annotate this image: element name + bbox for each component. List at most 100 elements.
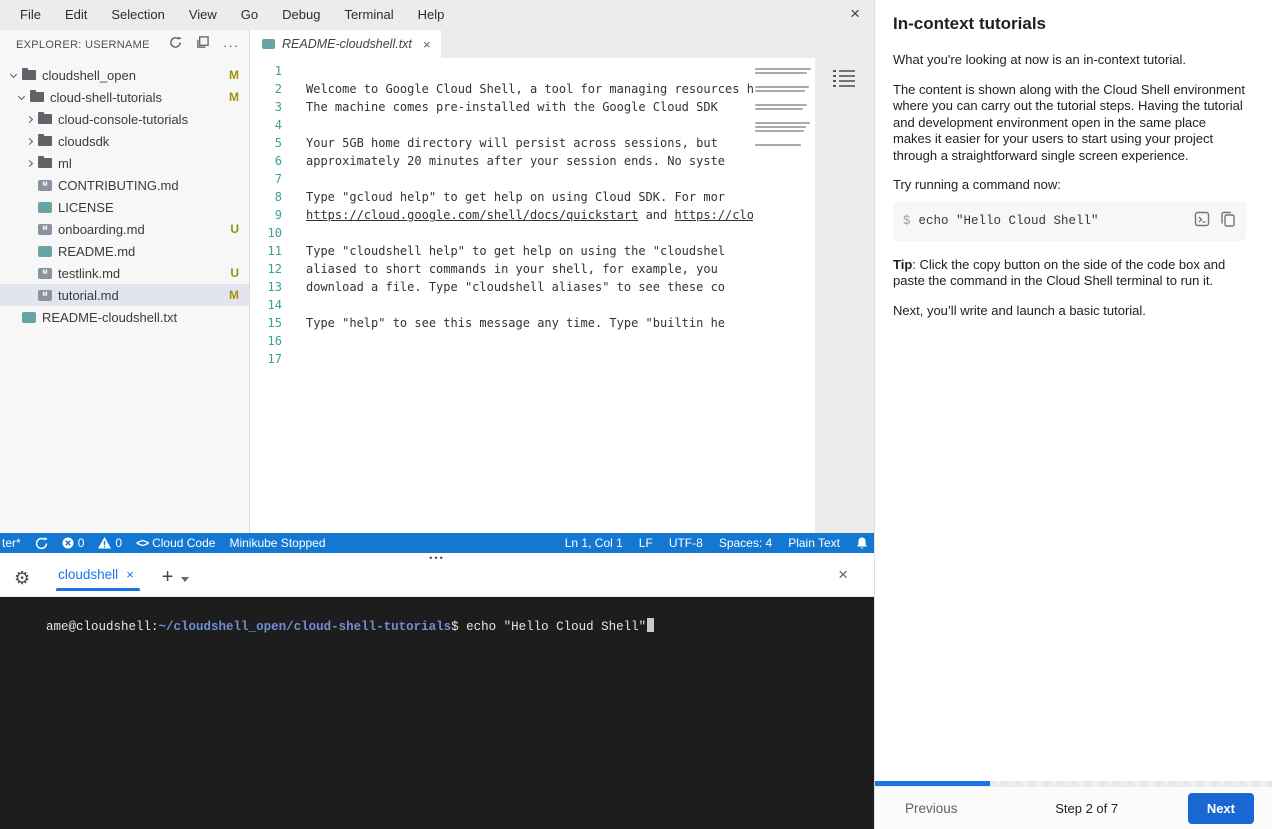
file-icon: M: [38, 268, 52, 279]
code-line: 14: [250, 296, 815, 314]
encoding-indicator[interactable]: UTF-8: [669, 536, 703, 550]
tree-item-label: onboarding.md: [58, 222, 224, 237]
window-close-icon[interactable]: ×: [850, 4, 860, 24]
chevron-down-icon[interactable]: [6, 74, 20, 77]
menu-debug[interactable]: Debug: [270, 0, 332, 30]
line-number: 12: [250, 260, 306, 278]
chevron-right-icon[interactable]: [22, 161, 36, 166]
tutorial-paragraph: Next, you’ll write and launch a basic tu…: [893, 303, 1246, 320]
tab-close-icon[interactable]: ×: [423, 37, 431, 52]
tree-item-readme-md[interactable]: README.md: [0, 240, 249, 262]
sync-icon[interactable]: [35, 537, 48, 550]
line-text: Type "help" to see this message any time…: [306, 314, 725, 332]
terminal-tab-cloudshell[interactable]: cloudshell ×: [56, 565, 140, 591]
tutorial-title: In-context tutorials: [893, 14, 1246, 34]
tree-item-cloud-console-tutorials[interactable]: cloud-console-tutorials: [0, 108, 249, 130]
tree-item-tutorial-md[interactable]: Mtutorial.mdM: [0, 284, 249, 306]
tree-item-cloudshell-open[interactable]: cloudshell_openM: [0, 64, 249, 86]
menu-file[interactable]: File: [8, 0, 53, 30]
code-line: 6approximately 20 minutes after your ses…: [250, 152, 815, 170]
tutorial-paragraph: Try running a command now:: [893, 177, 1246, 194]
code-line: 16: [250, 332, 815, 350]
code-link[interactable]: https://cloud.google.com/shell/docs/quic…: [306, 208, 638, 222]
minimap[interactable]: [753, 60, 815, 230]
warnings-indicator[interactable]: 0: [98, 536, 122, 550]
tree-item-onboarding-md[interactable]: Monboarding.mdU: [0, 218, 249, 240]
copy-icon[interactable]: [1220, 211, 1236, 232]
line-text: Your 5GB home directory will persist acr…: [306, 134, 718, 152]
code-editor[interactable]: 12 Welcome to Google Cloud Shell, a tool …: [250, 58, 815, 533]
chevron-right-icon[interactable]: [22, 117, 36, 122]
tree-item-label: LICENSE: [58, 200, 239, 215]
tree-item-label: ml: [58, 156, 239, 171]
minikube-status[interactable]: Minikube Stopped: [229, 536, 325, 550]
new-terminal-button[interactable]: +: [162, 566, 174, 589]
tree-item-ml[interactable]: ml: [0, 152, 249, 174]
git-branch[interactable]: ter*: [2, 536, 21, 550]
notifications-bell-icon[interactable]: [856, 537, 868, 550]
indentation-indicator[interactable]: Spaces: 4: [719, 536, 772, 550]
tree-item-cloudsdk[interactable]: cloudsdk: [0, 130, 249, 152]
code-line: 12aliased to short commands in your shel…: [250, 260, 815, 278]
cursor-position[interactable]: Ln 1, Col 1: [565, 536, 623, 550]
menu-selection[interactable]: Selection: [99, 0, 176, 30]
menu-go[interactable]: Go: [229, 0, 270, 30]
editor-body[interactable]: 12 Welcome to Google Cloud Shell, a tool …: [250, 58, 874, 533]
outline-menu-icon[interactable]: [833, 68, 874, 93]
chevron-down-icon[interactable]: [14, 96, 28, 99]
menu-bar: FileEditSelectionViewGoDebugTerminalHelp…: [0, 0, 874, 30]
menu-edit[interactable]: Edit: [53, 0, 99, 30]
terminal-cursor: [647, 618, 654, 632]
active-tab-underline: [56, 588, 140, 591]
tutorial-paragraph: What you're looking at now is an in-cont…: [893, 52, 1246, 69]
eol-indicator[interactable]: LF: [639, 536, 653, 550]
menu-view[interactable]: View: [177, 0, 229, 30]
terminal-tab-close-icon[interactable]: ×: [126, 567, 134, 582]
workspace: FileEditSelectionViewGoDebugTerminalHelp…: [0, 0, 874, 829]
more-actions-icon[interactable]: ···: [223, 38, 239, 53]
git-status-badge: M: [229, 288, 239, 302]
cloud-shell-editor: FileEditSelectionViewGoDebugTerminalHelp…: [0, 0, 1272, 829]
line-text: Welcome to Google Cloud Shell, a tool fo…: [306, 80, 815, 98]
code-line: 3The machine comes pre-installed with th…: [250, 98, 815, 116]
menu-help[interactable]: Help: [406, 0, 457, 30]
tree-item-cloud-shell-tutorials[interactable]: cloud-shell-tutorialsM: [0, 86, 249, 108]
errors-indicator[interactable]: 0: [62, 536, 85, 550]
tree-item-label: cloud-console-tutorials: [58, 112, 239, 127]
language-mode[interactable]: Plain Text: [788, 536, 840, 550]
tree-item-testlink-md[interactable]: Mtestlink.mdU: [0, 262, 249, 284]
file-icon: [38, 246, 52, 257]
chevron-right-icon[interactable]: [22, 139, 36, 144]
line-text: approximately 20 minutes after your sess…: [306, 152, 725, 170]
folder-icon: [38, 136, 52, 146]
run-in-terminal-icon[interactable]: [1194, 211, 1210, 232]
code-brackets-icon: <>: [136, 536, 148, 550]
file-icon: M: [38, 180, 52, 191]
terminal-panel-close-icon[interactable]: ×: [838, 565, 848, 585]
error-icon: [62, 537, 74, 549]
terminal-settings-gear-icon[interactable]: ⚙: [14, 569, 30, 587]
git-status-badge: M: [229, 90, 239, 104]
tree-item-readme-cloudshell-txt[interactable]: README-cloudshell.txt: [0, 306, 249, 328]
line-number: 8: [250, 188, 306, 206]
terminal[interactable]: ame@cloudshell:~/cloudshell_open/cloud-s…: [0, 597, 874, 829]
line-number: 6: [250, 152, 306, 170]
previous-button[interactable]: Previous: [905, 801, 958, 816]
tree-item-contributing-md[interactable]: MCONTRIBUTING.md: [0, 174, 249, 196]
folder-icon: [22, 70, 36, 80]
next-button[interactable]: Next: [1188, 793, 1254, 824]
line-text: aliased to short commands in your shell,…: [306, 260, 718, 278]
tip-label: Tip: [893, 257, 912, 272]
editor-tab-bar: README-cloudshell.txt ×: [250, 30, 874, 58]
git-status-badge: U: [230, 266, 239, 280]
panel-splitter-handle[interactable]: •••: [429, 554, 444, 562]
code-line: 9https://cloud.google.com/shell/docs/qui…: [250, 206, 815, 224]
menu-terminal[interactable]: Terminal: [332, 0, 405, 30]
folder-icon: [38, 158, 52, 168]
collapse-all-icon[interactable]: [196, 36, 209, 54]
refresh-icon[interactable]: [169, 36, 182, 54]
tab-readme-cloudshell[interactable]: README-cloudshell.txt ×: [250, 30, 441, 58]
terminal-dropdown-caret-icon[interactable]: [181, 577, 189, 582]
cloud-code-status[interactable]: <> Cloud Code: [136, 536, 215, 550]
tree-item-license[interactable]: LICENSE: [0, 196, 249, 218]
